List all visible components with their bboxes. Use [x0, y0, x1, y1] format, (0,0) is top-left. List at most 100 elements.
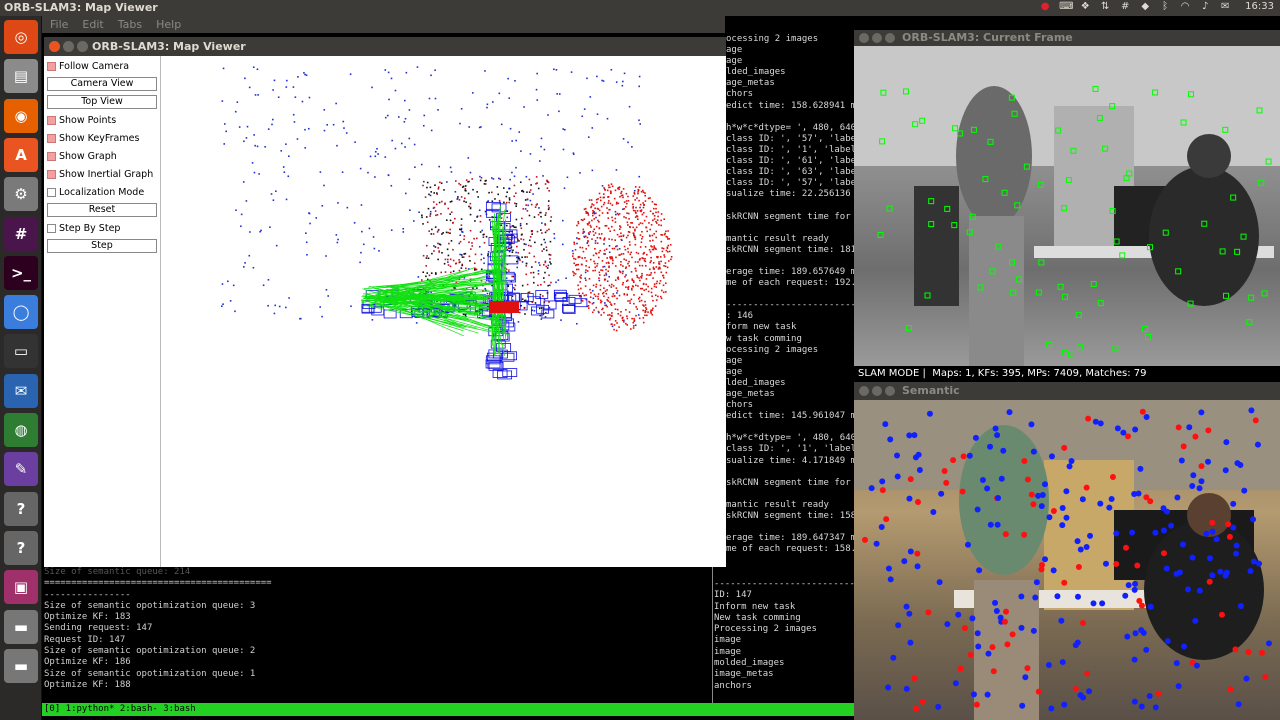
launcher-slack-icon[interactable]: # — [4, 216, 38, 251]
terminal-bottom — [42, 716, 854, 720]
current-frame-image — [854, 46, 1280, 366]
minimize-icon[interactable] — [872, 33, 882, 43]
log-line: image — [714, 635, 742, 646]
log-line: skRCNN segment time: 181 — [726, 244, 854, 255]
bluetooth-icon[interactable]: ᛒ — [1159, 1, 1171, 13]
log-line: anchors — [714, 680, 752, 691]
launcher-firefox-icon[interactable]: ◉ — [4, 98, 38, 133]
map-3d-view[interactable] — [161, 56, 726, 567]
minimize-icon[interactable] — [63, 41, 74, 52]
checkbox-box[interactable] — [47, 62, 56, 71]
step-button[interactable]: Step — [47, 239, 157, 253]
log-line: chors — [726, 400, 754, 411]
launcher-thunderbird-icon[interactable]: ✉ — [4, 373, 38, 408]
log-line: h*w*c*dtype= ', 480, 640 — [726, 122, 854, 133]
menu-tabs[interactable]: Tabs — [118, 18, 142, 31]
launcher-drive-icon[interactable]: ▬ — [4, 648, 38, 683]
menu-help[interactable]: Help — [156, 18, 181, 31]
launcher-window-icon[interactable]: ▣ — [4, 570, 38, 605]
step-by-step-checkbox[interactable]: Step By Step — [47, 221, 159, 236]
close-icon[interactable] — [49, 41, 60, 52]
launcher-terminal-icon[interactable]: >_ — [4, 255, 38, 290]
keyboard-icon[interactable]: ⌨ — [1059, 1, 1073, 13]
log-line: lded_images — [726, 67, 786, 78]
current-frame-title: ORB-SLAM3: Current Frame — [902, 31, 1073, 44]
show-points-checkbox[interactable]: Show Points — [47, 113, 159, 128]
clock[interactable]: 16:33 — [1245, 1, 1274, 13]
log-line: skRCNN segment time for — [726, 477, 851, 488]
map-viewer-titlebar[interactable]: ORB-SLAM3: Map Viewer — [44, 37, 726, 56]
launcher-help-icon[interactable]: ? — [4, 530, 38, 565]
launcher-globe-icon[interactable]: ◍ — [4, 413, 38, 447]
checkbox-box[interactable] — [47, 152, 56, 161]
log-line: lded_images — [726, 377, 786, 388]
wifi-icon[interactable]: ◠ — [1179, 1, 1191, 13]
close-icon[interactable] — [859, 33, 869, 43]
map-viewer-options-panel: Follow Camera Camera View Top View Show Poi… — [44, 56, 161, 567]
log-line: edict time: 158.628941 m — [726, 100, 854, 111]
top-view-button[interactable]: Top View — [47, 95, 157, 109]
mail-icon[interactable]: ✉ — [1219, 1, 1231, 13]
close-icon[interactable] — [859, 386, 869, 396]
maximize-icon[interactable] — [885, 386, 895, 396]
minimize-icon[interactable] — [872, 386, 882, 396]
network-icon[interactable]: ⇅ — [1099, 1, 1111, 13]
record-icon[interactable]: ● — [1039, 1, 1051, 13]
launcher-brush-icon[interactable]: ✎ — [4, 452, 38, 487]
show-keyframes-checkbox[interactable]: Show KeyFrames — [47, 131, 159, 146]
checkbox-box[interactable] — [47, 170, 56, 179]
follow-camera-checkbox[interactable]: Follow Camera — [47, 59, 159, 74]
semantic-server-log-lower: --------------------------- ID: 147 Inform… — [714, 579, 854, 703]
log-line: Size of semantic queue: 214 — [44, 567, 191, 577]
maximize-icon[interactable] — [77, 41, 88, 52]
reset-button[interactable]: Reset — [47, 203, 157, 217]
launcher-help-icon[interactable]: ? — [4, 491, 38, 526]
launcher-screen-icon[interactable]: ▭ — [4, 334, 38, 369]
launcher-software-center-icon[interactable]: A — [4, 137, 38, 172]
launcher-ubuntu-icon[interactable]: ◎ — [4, 20, 38, 54]
launcher-drive-icon[interactable]: ▬ — [4, 609, 38, 644]
semantic-title: Semantic — [902, 384, 960, 397]
launcher-chromium-icon[interactable]: ◯ — [4, 295, 38, 330]
log-line: age_metas — [726, 389, 775, 399]
log-line: skRCNN segment time: 158 — [726, 511, 854, 522]
current-camera — [489, 301, 519, 313]
log-line: Size of semantic opotimization queue: 2 — [44, 646, 256, 657]
menu-edit[interactable]: Edit — [82, 18, 103, 31]
launcher-files-icon[interactable]: ▤ — [4, 59, 38, 94]
show-inertial-graph-checkbox[interactable]: Show Inertial Graph — [47, 167, 159, 182]
dropbox-icon[interactable]: ❖ — [1079, 1, 1091, 13]
maximize-icon[interactable] — [885, 33, 895, 43]
vscode-icon[interactable]: ◆ — [1139, 1, 1151, 13]
map-viewer-window: ORB-SLAM3: Map Viewer Follow Camera Camer… — [44, 37, 726, 567]
current-frame-titlebar[interactable]: ORB-SLAM3: Current Frame — [854, 30, 1280, 46]
log-line: class ID: ', '61', 'labe — [726, 156, 854, 167]
log-line: ---------------- — [44, 589, 131, 600]
volume-icon[interactable]: ♪ — [1199, 1, 1211, 13]
checkbox-box[interactable] — [47, 116, 56, 125]
log-line: : 146 — [726, 311, 754, 322]
log-line: Sending request: 147 — [44, 623, 153, 634]
log-line: Size of semantic opotimization queue: 3 — [44, 600, 256, 611]
semantic-titlebar[interactable]: Semantic — [854, 382, 1280, 400]
menu-file[interactable]: File — [50, 18, 68, 31]
log-line: age_metas — [726, 78, 775, 89]
slack-icon[interactable]: # — [1119, 1, 1131, 13]
log-line: image_metas — [714, 669, 774, 680]
checkbox-box[interactable] — [47, 224, 56, 233]
log-line: me of each request: 192. — [726, 278, 854, 289]
checkbox-box[interactable] — [47, 134, 56, 143]
camera-view-button[interactable]: Camera View — [47, 77, 157, 91]
semantic-window: Semantic — [854, 382, 1280, 720]
show-graph-checkbox[interactable]: Show Graph — [47, 149, 159, 164]
unity-launcher: ◎ ▤ ◉ A ⚙ # >_ ◯ ▭ ✉ ◍ ✎?? ▣ ▬ ▬ — [0, 16, 42, 720]
launcher-settings-icon[interactable]: ⚙ — [4, 177, 38, 212]
checkbox-box[interactable] — [47, 188, 56, 197]
checkbox-label: Show Inertial Graph — [59, 169, 154, 180]
log-line: erage time: 189.657649 m — [726, 266, 854, 277]
localization-mode-checkbox[interactable]: Localization Mode — [47, 185, 159, 200]
